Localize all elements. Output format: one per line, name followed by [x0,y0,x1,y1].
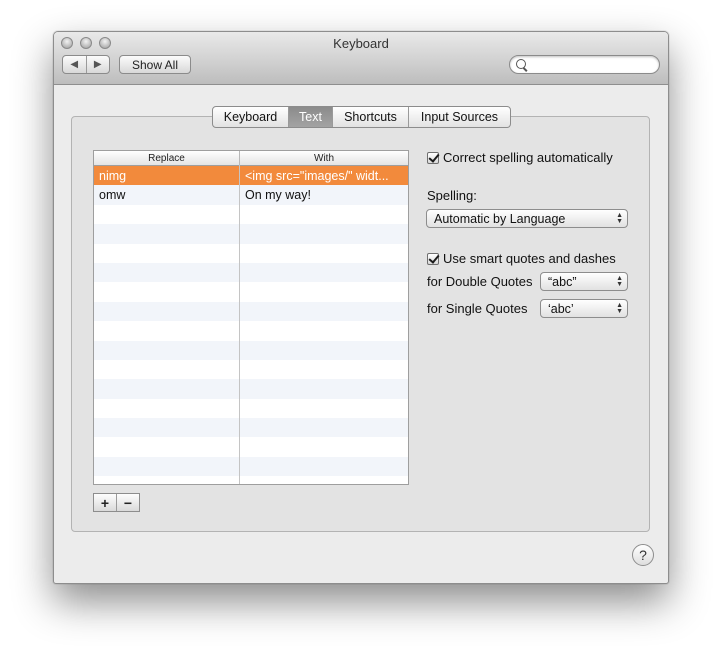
single-quotes-label: for Single Quotes [427,301,528,316]
spelling-language-select[interactable]: Automatic by Language ▲ ▼ [426,209,628,228]
empty-row [94,244,408,263]
empty-row [94,360,408,379]
checkmark-icon [427,151,439,164]
checkmark-icon [427,252,439,265]
empty-row [94,262,408,283]
correct-spelling-label: Correct spelling automatically [443,150,613,165]
search-field[interactable] [509,55,660,74]
add-remove-control: + − [93,493,140,512]
spelling-label: Spelling: [427,188,477,203]
column-header-with[interactable]: With [240,151,408,165]
replace-cell[interactable]: omw [94,188,240,202]
replacement-table[interactable]: Replace With nimg <img src="images/" wid… [93,150,409,485]
select-arrows-icon: ▲ ▼ [616,212,623,225]
empty-row [94,205,408,224]
table-row[interactable]: nimg <img src="images/" widt... [94,166,408,186]
forward-icon[interactable]: ▶ [87,56,110,73]
empty-row [94,301,408,322]
smart-quotes-label: Use smart quotes and dashes [443,251,616,266]
correct-spelling-checkbox[interactable]: Correct spelling automatically [427,150,613,165]
table-row[interactable]: omw On my way! [94,185,408,205]
empty-row [94,437,408,456]
with-cell[interactable]: <img src="images/" widt... [240,169,408,183]
replace-cell[interactable]: nimg [94,169,240,183]
spelling-language-value: Automatic by Language [434,211,566,226]
table-rows: nimg <img src="images/" widt... omw On m… [94,166,408,477]
tab-text[interactable]: Text [289,107,333,127]
keyboard-preferences-window: Keyboard ◀ ▶ Show All Keyboard Text Shor… [53,31,669,584]
empty-row [94,379,408,399]
empty-row [94,399,408,418]
remove-replacement-button[interactable]: − [117,494,139,511]
search-input[interactable] [530,57,658,73]
smart-quotes-checkbox[interactable]: Use smart quotes and dashes [427,251,616,266]
select-arrows-icon: ▲ ▼ [616,302,623,315]
double-quotes-label: for Double Quotes [427,274,533,289]
tab-bar: Keyboard Text Shortcuts Input Sources [212,106,511,128]
empty-row [94,418,408,438]
column-divider [239,165,240,484]
with-cell[interactable]: On my way! [240,188,408,202]
search-icon [516,59,526,69]
empty-row [94,224,408,244]
empty-row [94,282,408,301]
tab-input-sources[interactable]: Input Sources [409,107,510,127]
back-icon[interactable]: ◀ [63,56,87,73]
empty-row [94,456,408,477]
add-replacement-button[interactable]: + [94,494,117,511]
table-header: Replace With [94,151,408,166]
select-arrows-icon: ▲ ▼ [616,275,623,288]
double-quotes-value: “abc” [548,274,577,289]
window-title: Keyboard [333,36,389,51]
column-header-replace[interactable]: Replace [94,151,240,165]
empty-row [94,340,408,360]
single-quotes-select[interactable]: ‘abc’ ▲ ▼ [540,299,628,318]
double-quotes-select[interactable]: “abc” ▲ ▼ [540,272,628,291]
show-all-button[interactable]: Show All [119,55,191,74]
tab-shortcuts[interactable]: Shortcuts [333,107,409,127]
help-button[interactable]: ? [632,544,654,566]
titlebar: Keyboard ◀ ▶ Show All [54,32,668,85]
single-quotes-value: ‘abc’ [548,301,574,316]
empty-row [94,321,408,340]
back-forward-control: ◀ ▶ [62,55,110,74]
tab-keyboard[interactable]: Keyboard [213,107,289,127]
